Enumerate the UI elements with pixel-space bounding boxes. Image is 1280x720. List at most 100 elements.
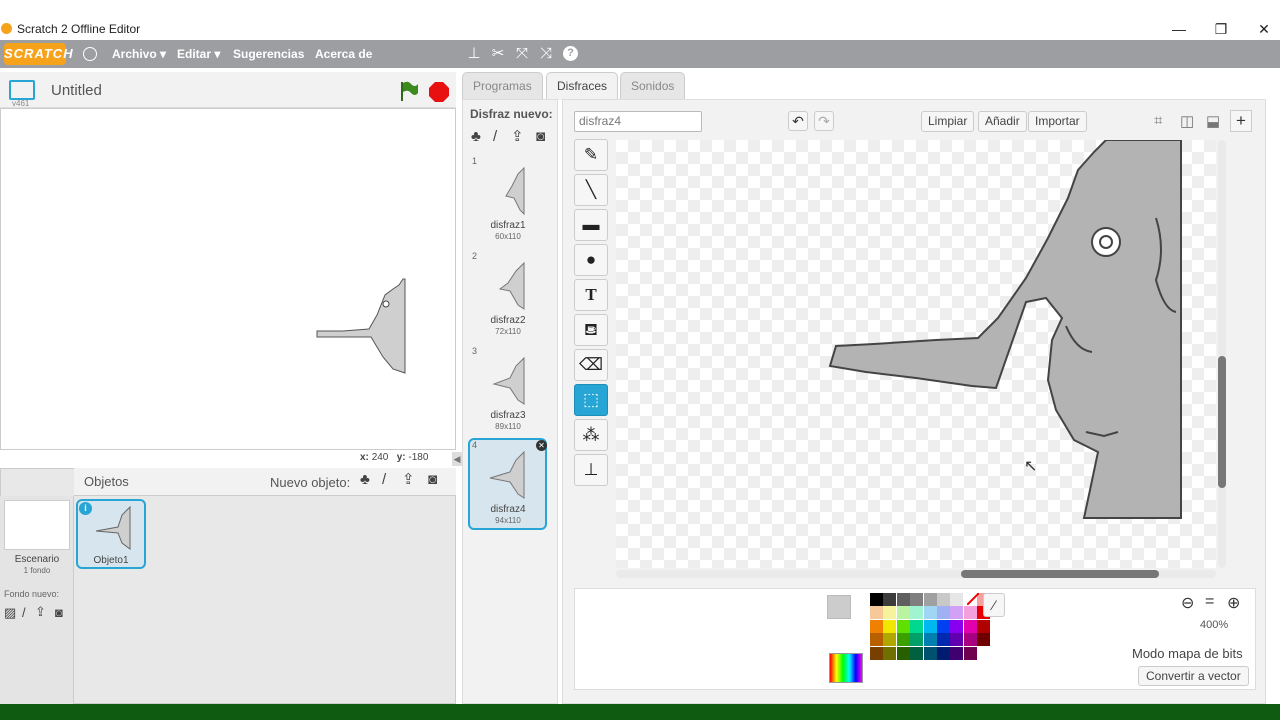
import-button[interactable]: Importar	[1028, 111, 1087, 132]
stamp-tool-icon[interactable]: ⊥	[574, 454, 608, 486]
palette-swatch[interactable]	[870, 646, 883, 660]
palette-swatch[interactable]	[963, 646, 977, 660]
convert-to-vector-button[interactable]: Convertir a vector	[1138, 666, 1249, 686]
palette-swatch[interactable]	[910, 633, 924, 647]
grow-icon[interactable]: ⤧	[513, 45, 531, 63]
costume-tile-1[interactable]: 1 disfraz1 60x110	[470, 156, 546, 248]
camera-costume-icon[interactable]: ◙	[536, 128, 545, 145]
tab-disfraces[interactable]: Disfraces	[546, 72, 619, 100]
costume-tile-4[interactable]: 4 ✕ disfraz4 94x110	[468, 438, 547, 530]
palette-swatch[interactable]	[977, 619, 991, 633]
color-palette[interactable]	[870, 593, 991, 685]
zoom-out-icon[interactable]: ⊖	[1181, 593, 1194, 613]
set-center-icon[interactable]: ⌗	[1154, 112, 1162, 129]
palette-swatch[interactable]	[883, 619, 897, 633]
upload-sprite-icon[interactable]: ⇪	[402, 470, 415, 488]
sprite-elephant[interactable]	[313, 275, 409, 379]
minimize-button[interactable]: —	[1164, 20, 1194, 38]
clear-button[interactable]: Limpiar	[921, 111, 975, 132]
palette-swatch[interactable]	[937, 606, 950, 620]
primary-color-swatch[interactable]	[827, 595, 851, 619]
duplicate-stamp-icon[interactable]: ⊥	[465, 45, 483, 63]
palette-swatch[interactable]	[950, 619, 964, 633]
palette-swatch[interactable]	[963, 606, 977, 620]
transparent-color-icon[interactable]	[966, 592, 980, 606]
palette-swatch[interactable]	[977, 633, 991, 647]
palette-swatch[interactable]	[896, 646, 910, 660]
fullscreen-icon[interactable]	[9, 80, 35, 100]
collapse-stage-icon[interactable]: ◀	[452, 452, 462, 466]
palette-swatch[interactable]	[883, 646, 897, 660]
color-spectrum-picker[interactable]	[829, 653, 863, 683]
add-button[interactable]: Añadir	[978, 111, 1027, 132]
palette-swatch[interactable]	[963, 619, 977, 633]
palette-swatch[interactable]	[950, 646, 964, 660]
palette-swatch[interactable]	[896, 619, 910, 633]
info-icon[interactable]: i	[79, 502, 92, 515]
palette-swatch[interactable]	[923, 646, 937, 660]
palette-swatch[interactable]	[937, 593, 950, 606]
help-icon[interactable]: ?	[563, 46, 578, 61]
palette-swatch[interactable]	[937, 646, 950, 660]
vertical-scrollbar[interactable]	[1218, 140, 1226, 568]
menu-sugerencias[interactable]: Sugerencias	[233, 47, 304, 61]
costume-name-input[interactable]: disfraz4	[574, 111, 702, 132]
cut-scissors-icon[interactable]: ✂	[489, 45, 507, 63]
delete-costume-icon[interactable]: ✕	[536, 440, 547, 451]
tab-programas[interactable]: Programas	[462, 72, 543, 100]
palette-swatch[interactable]	[950, 593, 964, 606]
paint-costume-icon[interactable]: /	[493, 128, 497, 145]
palette-swatch[interactable]	[910, 593, 924, 606]
paint-backdrop-icon[interactable]: /	[22, 605, 26, 620]
camera-sprite-icon[interactable]: ◙	[428, 471, 437, 488]
scratch-logo[interactable]: SCRATCH	[4, 43, 73, 65]
project-title[interactable]: Untitled	[51, 82, 102, 99]
shrink-icon[interactable]: ⤨	[537, 45, 555, 63]
eyedropper-icon[interactable]: ⁄	[983, 593, 1005, 617]
costume-tile-2[interactable]: 2 disfraz2 72x110	[470, 251, 546, 343]
palette-swatch[interactable]	[910, 619, 924, 633]
select-tool-icon[interactable]: ⬚	[574, 384, 608, 416]
line-tool-icon[interactable]: ╲	[574, 174, 608, 206]
palette-swatch[interactable]	[923, 593, 937, 606]
camera-backdrop-icon[interactable]: ◙	[55, 605, 63, 620]
palette-swatch[interactable]	[870, 633, 883, 647]
zoom-reset-icon[interactable]: =	[1205, 593, 1214, 611]
rectangle-tool-icon[interactable]: ▬	[574, 209, 608, 241]
palette-swatch[interactable]	[896, 593, 910, 606]
palette-swatch[interactable]	[923, 606, 937, 620]
palette-swatch[interactable]	[923, 619, 937, 633]
palette-swatch[interactable]	[950, 606, 964, 620]
language-globe-icon[interactable]	[83, 47, 97, 61]
close-button[interactable]: ✕	[1249, 20, 1279, 38]
palette-swatch[interactable]	[910, 646, 924, 660]
text-tool-icon[interactable]: T	[574, 279, 608, 311]
palette-swatch[interactable]	[950, 633, 964, 647]
palette-swatch[interactable]	[870, 593, 883, 606]
zoom-in-icon[interactable]: ⊕	[1227, 593, 1240, 613]
paint-sprite-icon[interactable]: /	[382, 471, 386, 488]
redo-icon[interactable]: ↷	[814, 111, 834, 131]
vertical-scroll-thumb[interactable]	[1218, 356, 1226, 488]
menu-acerca-de[interactable]: Acerca de	[315, 47, 372, 61]
backdrop-library-icon[interactable]: ▨	[4, 605, 16, 621]
eraser-tool-icon[interactable]: ⌫	[574, 349, 608, 381]
crosshair-icon[interactable]: +	[1230, 110, 1252, 132]
stage-thumbnail[interactable]	[4, 500, 70, 550]
sprite-tile-objeto1[interactable]: i Objeto1	[76, 499, 146, 569]
green-flag-icon[interactable]	[398, 80, 420, 102]
horizontal-scroll-thumb[interactable]	[961, 570, 1159, 578]
palette-swatch[interactable]	[870, 606, 883, 620]
palette-swatch[interactable]	[870, 619, 883, 633]
menu-editar[interactable]: Editar ▾	[177, 47, 220, 61]
upload-backdrop-icon[interactable]: ⇪	[35, 604, 46, 620]
palette-swatch[interactable]	[896, 606, 910, 620]
costume-tile-3[interactable]: 3 disfraz3 89x110	[470, 346, 546, 438]
upload-costume-icon[interactable]: ⇪	[511, 127, 524, 145]
drawing-canvas[interactable]: ↖	[616, 139, 1216, 568]
palette-swatch[interactable]	[923, 633, 937, 647]
brush-tool-icon[interactable]: ✎	[574, 139, 608, 171]
palette-swatch[interactable]	[883, 593, 897, 606]
palette-swatch[interactable]	[896, 633, 910, 647]
stop-sign-icon[interactable]	[428, 81, 450, 103]
